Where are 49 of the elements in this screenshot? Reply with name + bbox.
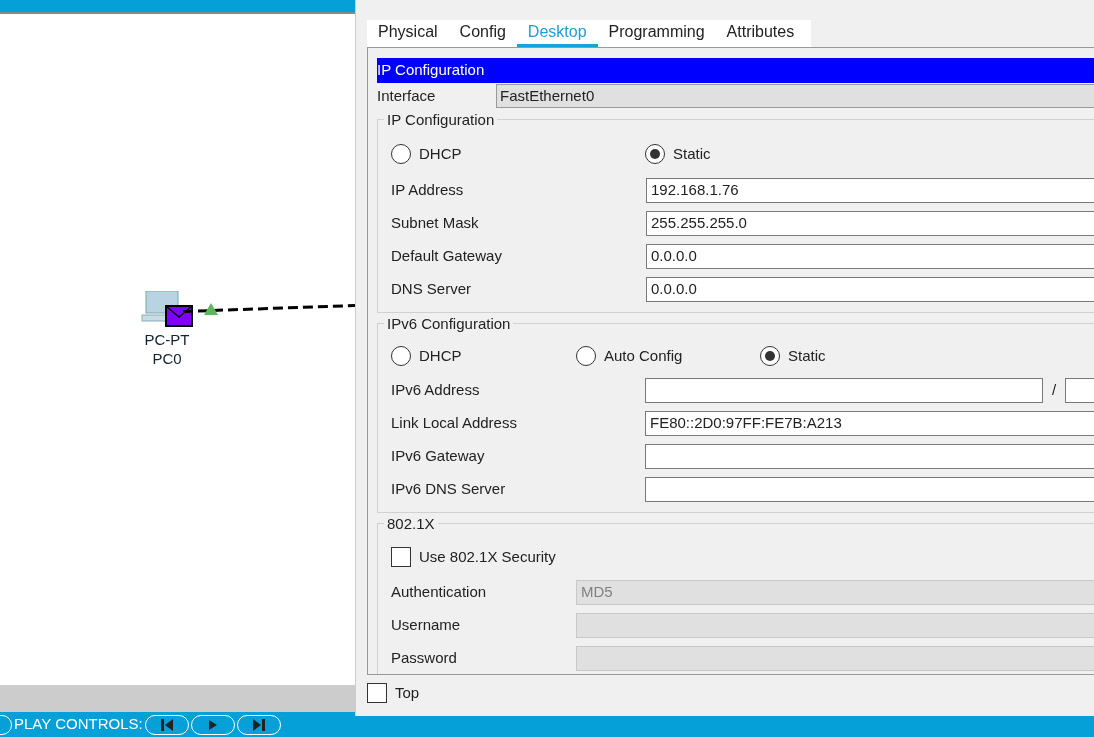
input-field[interactable]: 0.0.0.0 <box>646 244 1094 269</box>
field-label: Interface <box>377 85 437 106</box>
checkbox[interactable] <box>367 683 387 703</box>
field-label: IPv6 Address <box>391 380 481 401</box>
play-controls-label: PLAY CONTROLS: <box>14 714 143 735</box>
link-status-icon <box>204 303 218 315</box>
input-field[interactable] <box>645 378 1043 403</box>
input-field[interactable]: 192.168.1.76 <box>646 178 1094 203</box>
input-field[interactable] <box>576 613 1094 638</box>
tab[interactable]: Physical <box>367 20 449 47</box>
tab[interactable]: Config <box>448 20 517 47</box>
radio-label: DHCP <box>419 143 462 164</box>
tab[interactable]: Programming <box>597 20 716 47</box>
radio-label: Static <box>673 143 711 164</box>
device-model: PC-PT <box>144 331 190 350</box>
input-field[interactable] <box>576 646 1094 671</box>
field-label: Subnet Mask <box>391 213 480 234</box>
field-label: IPv6 Gateway <box>391 446 486 467</box>
skip-back-icon <box>158 717 175 732</box>
radio-label: Static <box>788 345 826 366</box>
checkbox[interactable] <box>391 547 411 567</box>
section-header: IP Configuration <box>377 58 1094 83</box>
field-label: Username <box>391 615 462 636</box>
device-name: PC0 <box>152 349 182 369</box>
field-label: IP Address <box>391 180 465 201</box>
skip-forward-icon <box>250 717 267 732</box>
tab[interactable]: Attributes <box>715 20 806 47</box>
field-label: Default Gateway <box>391 246 503 267</box>
input-field[interactable]: 255.255.255.0 <box>646 211 1094 236</box>
radio-button[interactable] <box>391 144 411 164</box>
field-label: DNS Server <box>391 279 473 300</box>
field-label: Password <box>391 648 458 669</box>
radio-button[interactable] <box>576 346 596 366</box>
input-field[interactable]: FE80::2D0:97FF:FE7B:A213 <box>645 411 1094 436</box>
radio-button[interactable] <box>760 346 780 366</box>
field-label: IPv6 DNS Server <box>391 479 507 500</box>
radio-button[interactable] <box>645 144 665 164</box>
interface-dropdown[interactable]: FastEthernet0 <box>496 84 1094 108</box>
input-field[interactable] <box>645 444 1094 469</box>
input-field[interactable]: 0.0.0.0 <box>646 277 1094 302</box>
prefix-separator: / <box>1050 380 1058 401</box>
radio-label: Auto Config <box>604 345 683 366</box>
field-label: Link Local Address <box>391 413 518 434</box>
checkbox-label: Use 802.1X Security <box>419 546 556 567</box>
radio-label: DHCP <box>419 345 462 366</box>
radio-button[interactable] <box>391 346 411 366</box>
field-label: Authentication <box>391 582 488 603</box>
input-field[interactable] <box>645 477 1094 502</box>
checkbox-label: Top <box>395 682 420 703</box>
